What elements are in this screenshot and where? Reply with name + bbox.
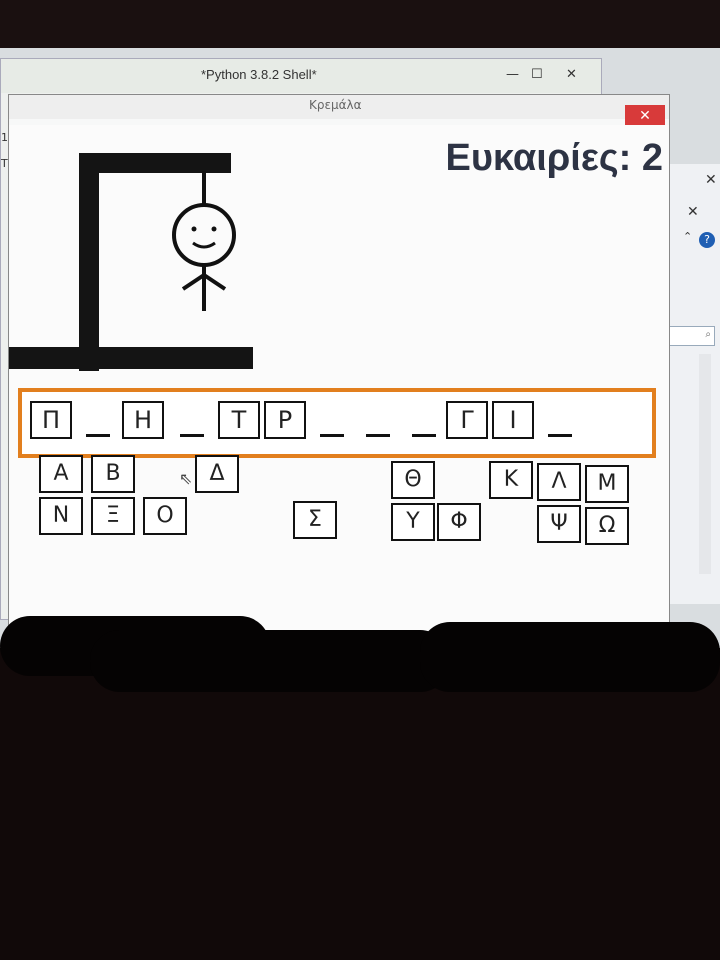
close-icon[interactable]: ✕	[705, 172, 717, 188]
redaction-mark	[420, 622, 720, 692]
game-title: Κρεμάλα	[309, 98, 362, 112]
gallows-base	[9, 347, 253, 369]
letter-slot: Γ	[446, 401, 488, 439]
letter-key[interactable]: Δ	[195, 455, 239, 493]
shell-text-fragment: T	[1, 157, 8, 170]
letter-slot: Ι	[492, 401, 534, 439]
letter-slot: Τ	[218, 401, 260, 439]
minimize-icon[interactable]: —	[506, 67, 519, 82]
letter-key[interactable]: Σ	[293, 501, 337, 539]
game-close-button[interactable]: ✕	[625, 105, 665, 127]
figure-eye	[211, 226, 217, 232]
empty-slot	[412, 434, 436, 437]
letter-key[interactable]: Λ	[537, 463, 581, 501]
redaction-mark	[90, 630, 450, 692]
empty-slot	[86, 434, 110, 437]
figure-arm	[181, 273, 206, 291]
maximize-icon[interactable]: ☐	[531, 67, 543, 82]
gallows-beam	[79, 153, 231, 173]
letter-slot: Π	[30, 401, 72, 439]
letter-key[interactable]: Φ	[437, 503, 481, 541]
figure-mouth	[192, 241, 216, 249]
hangman-window: Κρεμάλα ✕ Ευκαιρίες: 2 Π Η Τ Ρ Γ Ι Α Β Δ…	[8, 94, 670, 634]
game-titlebar[interactable]: Κρεμάλα	[9, 95, 669, 119]
letter-key[interactable]: Ν	[39, 497, 83, 535]
stick-figure	[172, 171, 236, 311]
empty-slot	[320, 434, 344, 437]
shell-title: *Python 3.8.2 Shell*	[201, 67, 317, 82]
scrollbar[interactable]	[699, 354, 711, 574]
empty-slot	[548, 434, 572, 437]
letter-key[interactable]: Υ	[391, 503, 435, 541]
gallows-post	[79, 153, 99, 371]
letter-key[interactable]: Ω	[585, 507, 629, 545]
shell-text-fragment: 1	[1, 131, 8, 144]
letter-key[interactable]: Ψ	[537, 505, 581, 543]
letter-key[interactable]: Θ	[391, 461, 435, 499]
letter-key[interactable]: Β	[91, 455, 135, 493]
letter-key[interactable]: Μ	[585, 465, 629, 503]
game-canvas: Ευκαιρίες: 2 Π Η Τ Ρ Γ Ι Α Β Δ Θ Κ Λ Μ Ν…	[9, 125, 669, 633]
mouse-cursor-icon: ⇖	[179, 469, 193, 488]
chevron-up-icon[interactable]: ⌃	[683, 230, 692, 243]
close-icon[interactable]: ✕	[687, 204, 699, 220]
letter-key[interactable]: Α	[39, 455, 83, 493]
figure-eye	[191, 226, 197, 232]
help-icon[interactable]: ?	[699, 232, 715, 248]
empty-slot	[366, 434, 390, 437]
chances-counter: Ευκαιρίες: 2	[445, 137, 663, 179]
letter-key[interactable]: Ξ	[91, 497, 135, 535]
figure-arm	[202, 273, 227, 291]
letter-slot: Ρ	[264, 401, 306, 439]
word-display: Π Η Τ Ρ Γ Ι	[18, 388, 656, 458]
shell-titlebar[interactable]: *Python 3.8.2 Shell* — ☐ ✕	[1, 59, 601, 93]
figure-head	[172, 203, 236, 267]
empty-slot	[180, 434, 204, 437]
close-icon[interactable]: ✕	[566, 67, 577, 82]
letter-key[interactable]: Ο	[143, 497, 187, 535]
letter-slot: Η	[122, 401, 164, 439]
monitor-bezel-bottom	[0, 648, 720, 960]
letter-key[interactable]: Κ	[489, 461, 533, 499]
search-icon: ⌕	[705, 329, 711, 340]
search-input[interactable]: ⌕	[667, 326, 715, 346]
